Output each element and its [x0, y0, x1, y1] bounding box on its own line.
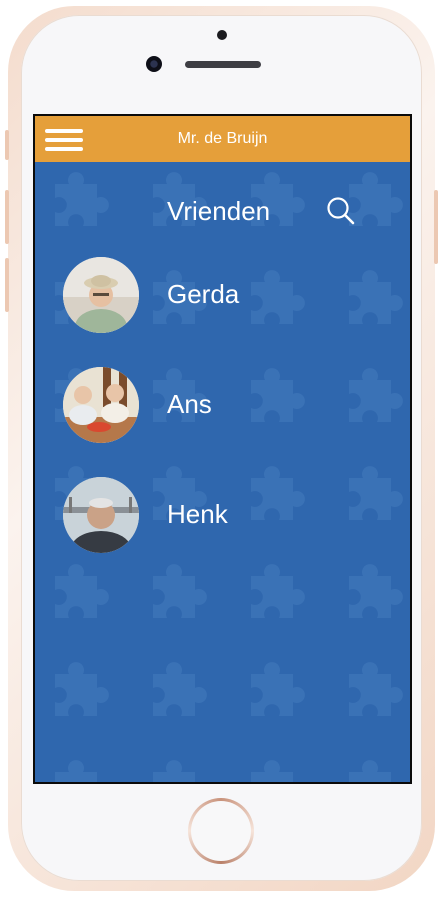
power-button [434, 190, 438, 264]
volume-down-button [5, 258, 9, 312]
mute-switch [5, 130, 9, 160]
friend-item-gerda[interactable]: Gerda [63, 257, 393, 335]
volume-up-button [5, 190, 9, 244]
search-icon[interactable] [326, 196, 356, 226]
app-screen: Mr. de Bruijn Vrienden Gerda Ans Henk [33, 114, 412, 784]
header-user-name: Mr. de Bruijn [177, 130, 268, 147]
friend-name: Ans [167, 389, 212, 419]
friend-name: Gerda [167, 279, 240, 309]
home-button[interactable] [188, 798, 254, 864]
page-title: Vrienden [167, 196, 271, 226]
friend-name: Henk [167, 499, 228, 529]
friend-item-ans[interactable]: Ans [63, 367, 393, 445]
avatar [63, 367, 139, 443]
avatar [63, 477, 139, 553]
proximity-sensor [217, 30, 227, 40]
earpiece-speaker [185, 61, 261, 68]
friend-item-henk[interactable]: Henk [63, 477, 393, 555]
front-camera [146, 56, 162, 72]
avatar [63, 257, 139, 333]
top-app-bar: Mr. de Bruijn [35, 116, 410, 162]
